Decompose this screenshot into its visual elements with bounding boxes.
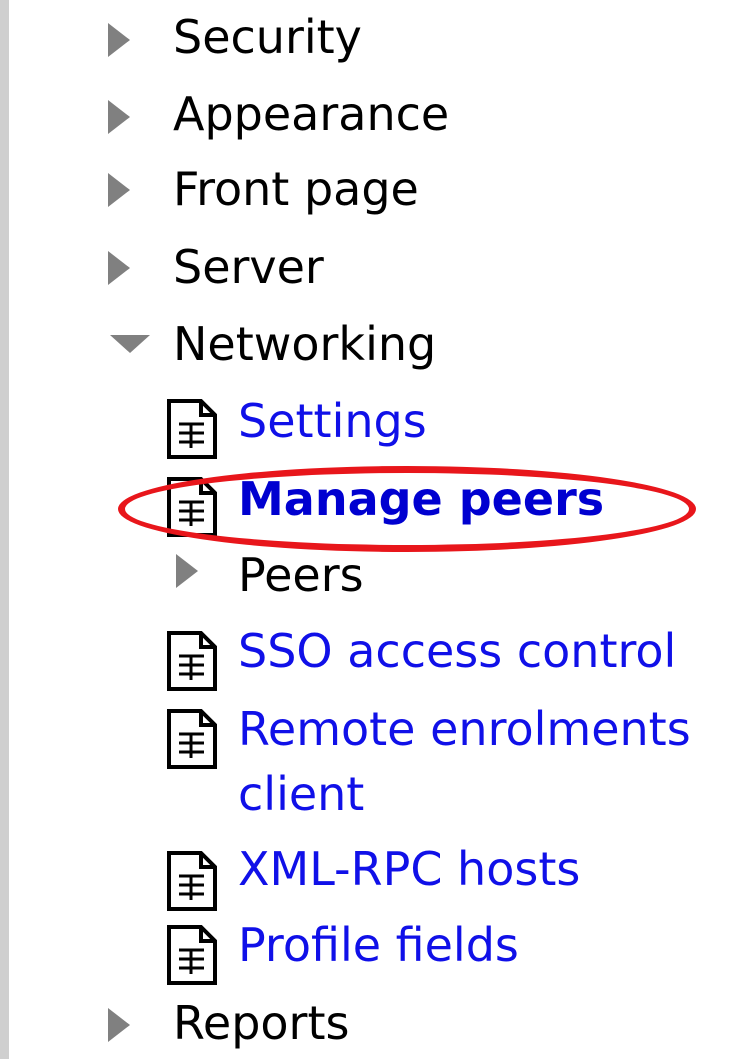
link-settings[interactable]: Settings [238, 394, 427, 448]
link-remote-enrolments-client-line2[interactable]: client [238, 767, 364, 821]
document-icon [167, 709, 217, 769]
expand-arrow-icon[interactable] [108, 1005, 148, 1045]
nav-item-appearance[interactable]: Appearance [173, 87, 449, 141]
nav-item-server[interactable]: Server [173, 240, 324, 294]
nav-item-reports[interactable]: Reports [173, 996, 349, 1050]
nav-item-security[interactable]: Security [173, 10, 362, 64]
document-icon [167, 925, 217, 985]
nav-item-networking[interactable]: Networking [173, 317, 436, 371]
nav-item-front-page[interactable]: Front page [173, 162, 419, 216]
nav-item-peers[interactable]: Peers [238, 548, 364, 602]
left-border [0, 0, 9, 1059]
document-icon [167, 631, 217, 691]
link-remote-enrolments-client[interactable]: Remote enrolments [238, 702, 691, 756]
expand-arrow-icon[interactable] [108, 248, 148, 288]
collapse-arrow-icon[interactable] [110, 324, 150, 364]
highlight-oval [118, 466, 696, 552]
document-icon [167, 851, 217, 911]
expand-arrow-icon[interactable] [176, 551, 216, 591]
link-profile-fields[interactable]: Profile fields [238, 918, 519, 972]
expand-arrow-icon[interactable] [108, 20, 148, 60]
expand-arrow-icon[interactable] [108, 97, 148, 137]
document-icon [167, 399, 217, 459]
link-xml-rpc-hosts[interactable]: XML-RPC hosts [238, 842, 580, 896]
link-sso-access-control[interactable]: SSO access control [238, 624, 676, 678]
expand-arrow-icon[interactable] [108, 170, 148, 210]
